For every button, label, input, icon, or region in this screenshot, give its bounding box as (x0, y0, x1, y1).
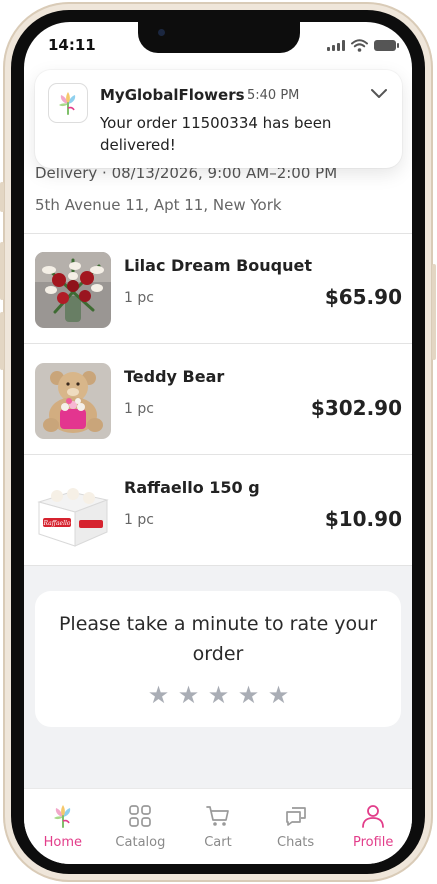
tab-bar: Home Catalog Cart Chats Profile (24, 788, 412, 864)
item-name: Raffaello 150 g (124, 478, 260, 497)
item-quantity: 1 pc (124, 512, 154, 528)
teddy-bear-image (35, 363, 111, 439)
tab-cart[interactable]: Cart (179, 789, 257, 864)
tab-home[interactable]: Home (24, 789, 102, 864)
star-icon[interactable]: ★ (237, 683, 260, 707)
push-notification[interactable]: MyGlobalFlowers 5:40 PM Your order 11500… (35, 70, 402, 168)
status-icons (327, 39, 399, 52)
order-item-lilac-dream-bouquet[interactable]: Lilac Dream Bouquet 1 pc $65.90 (24, 234, 412, 344)
tab-label: Chats (277, 835, 315, 850)
rating-card: Please take a minute to rate your order … (35, 591, 401, 727)
star-icon[interactable]: ★ (207, 683, 230, 707)
rating-section: Please take a minute to rate your order … (24, 566, 412, 788)
battery-icon (374, 40, 399, 51)
grid-icon (129, 805, 152, 827)
star-icon[interactable]: ★ (267, 683, 290, 707)
rating-prompt: Please take a minute to rate your order (58, 613, 378, 665)
wifi-icon (351, 39, 368, 52)
delivery-address: 5th Avenue 11, Apt 11, New York (35, 196, 282, 214)
flower-logo-icon (48, 83, 88, 123)
item-quantity: 1 pc (124, 290, 154, 306)
item-name: Teddy Bear (124, 367, 225, 386)
chat-bubbles-icon (285, 807, 306, 826)
tab-label: Catalog (115, 835, 166, 850)
item-price: $302.90 (310, 396, 402, 420)
order-item-raffaello[interactable]: Raffaello Raffaello 150 g 1 pc $10.90 (24, 456, 412, 566)
front-camera (158, 29, 165, 36)
side-button (0, 242, 4, 300)
tab-catalog[interactable]: Catalog (102, 789, 180, 864)
order-item-teddy-bear[interactable]: Teddy Bear 1 pc $302.90 (24, 345, 412, 455)
cart-icon (206, 806, 229, 826)
raffaello-box-image: Raffaello (35, 474, 111, 550)
item-price: $65.90 (324, 285, 402, 309)
side-button (0, 182, 4, 212)
item-name: Lilac Dream Bouquet (124, 256, 312, 275)
star-icon[interactable]: ★ (177, 683, 200, 707)
side-button (0, 312, 4, 370)
notch (138, 22, 300, 53)
chevron-down-icon[interactable] (370, 86, 388, 100)
notification-time: 5:40 PM (247, 88, 300, 103)
status-time: 14:11 (48, 36, 96, 54)
item-price: $10.90 (324, 507, 402, 531)
tab-label: Profile (352, 835, 394, 850)
signal-icon (327, 40, 345, 51)
person-icon (362, 805, 385, 828)
svg-text:Raffaello: Raffaello (42, 520, 70, 527)
item-quantity: 1 pc (124, 401, 154, 417)
tab-label: Home (43, 835, 82, 850)
tab-profile[interactable]: Profile (334, 789, 412, 864)
home-flower-icon (53, 805, 70, 828)
notification-message: Your order 11500334 has been delivered! (100, 114, 332, 154)
tab-chats[interactable]: Chats (257, 789, 335, 864)
lilac-bouquet-image (35, 252, 111, 328)
star-icon[interactable]: ★ (147, 683, 170, 707)
star-rating: ★ ★ ★ ★ ★ (147, 683, 290, 707)
tab-label: Cart (204, 835, 232, 850)
notification-app-name: MyGlobalFlowers (100, 86, 245, 104)
side-button (432, 264, 436, 360)
